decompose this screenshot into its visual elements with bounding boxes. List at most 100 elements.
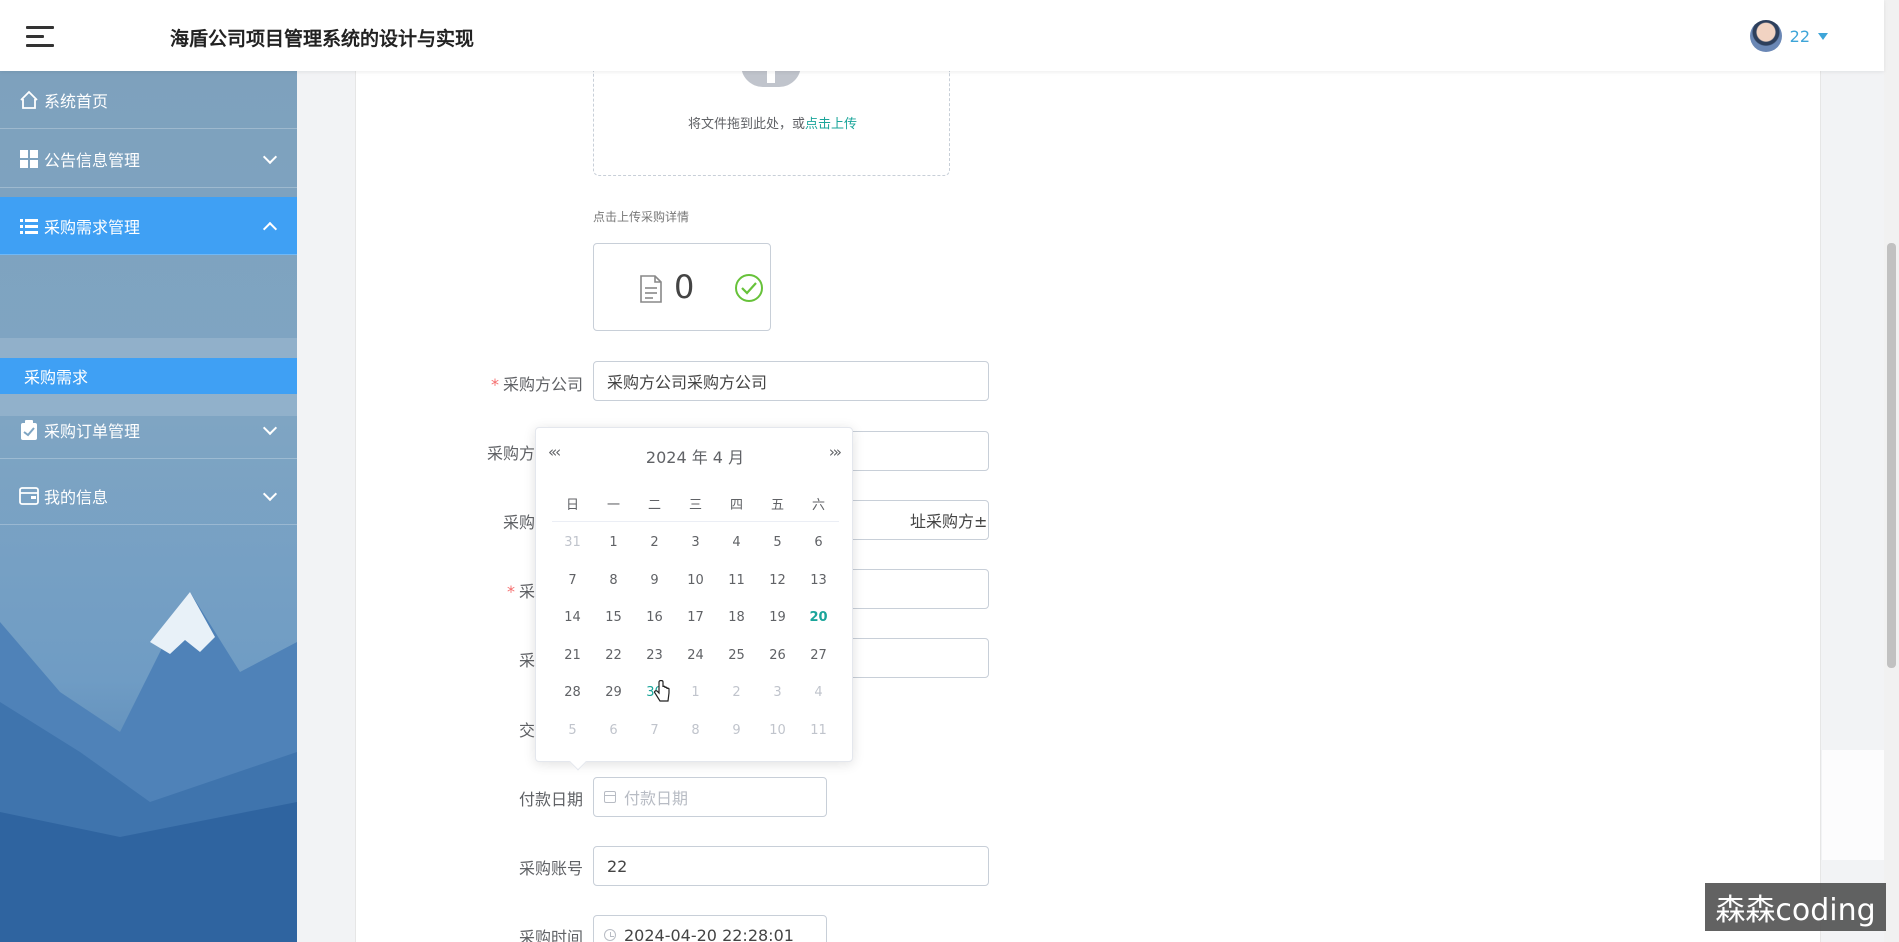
calendar-day[interactable]: 24	[675, 637, 716, 675]
uploaded-file-card: 0	[593, 243, 771, 331]
overlay-fade	[1822, 750, 1884, 860]
input-value: 22	[607, 856, 628, 876]
upload-tip: 点击上传采购详情	[593, 210, 690, 224]
calendar-day[interactable]: 28	[552, 674, 593, 712]
calendar-day[interactable]: 2	[716, 674, 757, 712]
file-count: 0	[674, 268, 695, 306]
weekday-label: 二	[647, 498, 661, 513]
calendar-day[interactable]: 8	[675, 712, 716, 750]
calendar-day[interactable]: 6	[798, 524, 839, 562]
calendar-day[interactable]: 17	[675, 599, 716, 637]
sidebar-item-label: 公告信息管理	[44, 150, 141, 170]
weekday-label: 一	[606, 498, 620, 513]
calendar-day[interactable]: 14	[552, 599, 593, 637]
sidebar-item-label: 采购订单管理	[44, 421, 141, 441]
chevron-down-icon	[262, 149, 278, 165]
sidebar-item-purchase-demand[interactable]: 采购需求管理	[0, 197, 297, 255]
user-name: 22	[1789, 26, 1810, 46]
wallet-icon	[18, 485, 40, 507]
calendar-day[interactable]: 3	[675, 524, 716, 562]
calendar-day[interactable]: 16	[634, 599, 675, 637]
next-month-year-icon[interactable]: ›»	[829, 443, 842, 461]
calendar-day[interactable]: 9	[716, 712, 757, 750]
calendar-day[interactable]: 12	[757, 562, 798, 600]
calendar-day[interactable]: 19	[757, 599, 798, 637]
payment-date-label: 付款日期	[383, 786, 583, 810]
calendar-day[interactable]: 6	[593, 712, 634, 750]
buyer-company-label: * 采购方公司	[383, 371, 583, 395]
account-label: 采购账号	[383, 855, 583, 879]
calendar-day[interactable]: 23	[634, 637, 675, 675]
scrollbar-thumb[interactable]	[1887, 243, 1896, 668]
calendar-day[interactable]: 22	[593, 637, 634, 675]
sidebar: 系统首页 公告信息管理 采购需求管理 采购需求 采购订单管理 我的信息	[0, 71, 297, 942]
calendar-day[interactable]: 13	[798, 562, 839, 600]
check-circle-icon	[735, 274, 763, 302]
page-scrollbar[interactable]	[1884, 0, 1899, 942]
sidebar-item-label: 我的信息	[44, 487, 109, 507]
calendar-day[interactable]: 5	[757, 524, 798, 562]
user-menu[interactable]: 22	[1749, 20, 1828, 52]
date-picker-popup: «‹ 2024 年 4 月 ›» 日一二三四五六 31 1 2 3 4 5 6 7 8 9 10 11…	[535, 427, 853, 771]
chevron-down-icon	[262, 486, 278, 502]
sidebar-item-label: 系统首页	[44, 91, 109, 111]
upload-link[interactable]: 点击上传	[805, 117, 857, 132]
upload-dropzone[interactable]: 将文件拖到此处，或点击上传	[593, 61, 950, 176]
calendar-day[interactable]: 21	[552, 637, 593, 675]
weekday-row: 日一二三四五六	[552, 494, 839, 522]
sidebar-item-announcement[interactable]: 公告信息管理	[0, 130, 297, 188]
chevron-up-icon	[262, 221, 278, 237]
calendar-day[interactable]: 27	[798, 637, 839, 675]
calendar-day[interactable]: 1	[593, 524, 634, 562]
calendar-day[interactable]: 20	[798, 599, 839, 637]
buyer-company-input[interactable]: 采购方公司采购方公司	[593, 361, 989, 401]
payment-date-input[interactable]: 付款日期	[593, 777, 827, 817]
purchase-time-label: 采购时间	[383, 924, 583, 942]
top-header: 海盾公司项目管理系统的设计与实现 22	[0, 0, 1884, 71]
weekday-label: 五	[770, 498, 784, 513]
required-mark: *	[490, 375, 499, 394]
label-text: 采购时间	[518, 928, 583, 942]
calendar-day[interactable]: 10	[675, 562, 716, 600]
watermark: 森森coding	[1705, 883, 1886, 931]
calendar-day[interactable]: 11	[716, 562, 757, 600]
calendar-day[interactable]: 4	[716, 524, 757, 562]
calendar-day[interactable]: 15	[593, 599, 634, 637]
calendar-day[interactable]: 31	[552, 524, 593, 562]
home-icon	[18, 89, 40, 111]
calendar-day[interactable]: 10	[757, 712, 798, 750]
day-grid: 31 1 2 3 4 5 6 7 8 9 10 11 12 13 14 15 16 17 18 19 20 21 22 23 2…	[552, 524, 839, 750]
calendar-day[interactable]: 8	[593, 562, 634, 600]
calendar-day[interactable]: 7	[552, 562, 593, 600]
app-title: 海盾公司项目管理系统的设计与实现	[170, 28, 475, 50]
calendar-day[interactable]: 29	[593, 674, 634, 712]
calendar-day[interactable]: 3	[757, 674, 798, 712]
calendar-day[interactable]: 25	[716, 637, 757, 675]
avatar	[1749, 20, 1782, 52]
label-text: 采购账号	[518, 859, 583, 878]
calendar-day[interactable]: 4	[798, 674, 839, 712]
sidebar-item-my-info[interactable]: 我的信息	[0, 467, 297, 525]
calendar-day[interactable]: 2	[634, 524, 675, 562]
document-icon	[640, 275, 662, 303]
calendar-day[interactable]: 7	[634, 712, 675, 750]
sidebar-item-home[interactable]: 系统首页	[0, 71, 297, 129]
calendar-day[interactable]: 26	[757, 637, 798, 675]
weekday-label: 日	[565, 498, 579, 513]
weekday-label: 三	[688, 498, 702, 513]
upload-instruction: 将文件拖到此处，或	[687, 117, 805, 132]
sidebar-item-purchase-order[interactable]: 采购订单管理	[0, 401, 297, 459]
input-value: 2024-04-20 22:28:01	[624, 925, 794, 942]
calendar-day[interactable]: 1	[675, 674, 716, 712]
clipboard-icon	[18, 419, 40, 441]
calendar-day[interactable]: 9	[634, 562, 675, 600]
sidebar-subitem-purchase-demand[interactable]: 采购需求	[0, 358, 297, 394]
menu-toggle-icon[interactable]	[26, 26, 54, 48]
calendar-day[interactable]: 11	[798, 712, 839, 750]
weekday-label: 四	[729, 498, 743, 513]
calendar-day[interactable]: 5	[552, 712, 593, 750]
account-input[interactable]: 22	[593, 846, 989, 886]
purchase-time-input[interactable]: 2024-04-20 22:28:01	[593, 915, 827, 942]
calendar-day[interactable]: 18	[716, 599, 757, 637]
chevron-down-icon	[262, 420, 278, 436]
